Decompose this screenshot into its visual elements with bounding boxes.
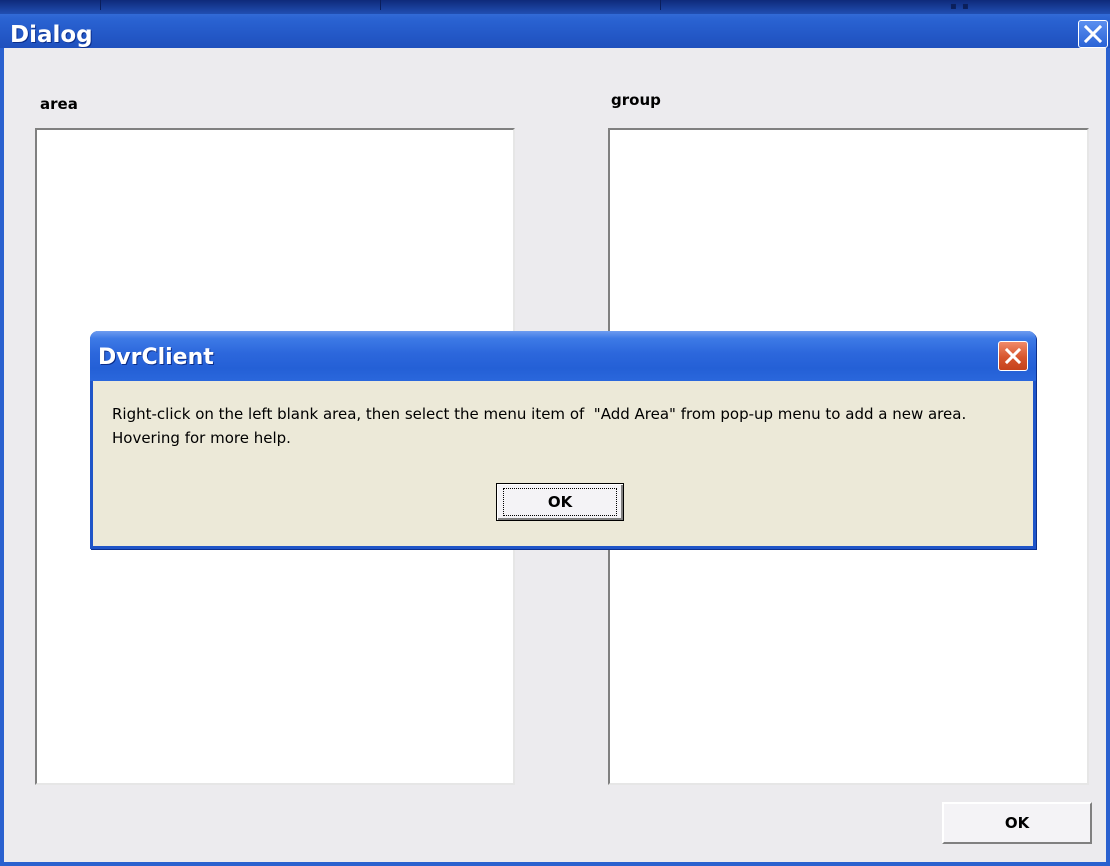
message-box-title: DvrClient	[98, 345, 214, 370]
message-ok-button[interactable]: OK	[496, 483, 624, 521]
dialog-close-button[interactable]	[1078, 20, 1108, 48]
message-ok-label: OK	[547, 493, 573, 511]
strip-segment	[380, 0, 661, 10]
dialog-titlebar[interactable]: ▪ ▪ Dialog	[0, 0, 1110, 48]
strip-glyphs: ▪ ▪	[950, 1, 970, 12]
background-window-strip: ▪ ▪	[0, 0, 1110, 14]
close-x-icon	[1084, 25, 1102, 43]
message-box-titlebar[interactable]: DvrClient	[90, 331, 1036, 381]
message-text: Right-click on the left blank area, then…	[112, 405, 971, 447]
group-label: group	[611, 91, 661, 109]
screen: ▪ ▪ Dialog area group OK DvrClient Right…	[0, 0, 1110, 866]
strip-segment	[100, 0, 381, 10]
strip-segment	[0, 0, 101, 10]
message-box-close-button[interactable]	[998, 341, 1028, 371]
message-box: DvrClient Right-click on the left blank …	[90, 331, 1036, 549]
area-label: area	[40, 95, 78, 113]
dialog-ok-button[interactable]: OK	[942, 802, 1092, 844]
close-x-icon	[1004, 347, 1022, 365]
dialog-title: Dialog	[10, 22, 93, 48]
